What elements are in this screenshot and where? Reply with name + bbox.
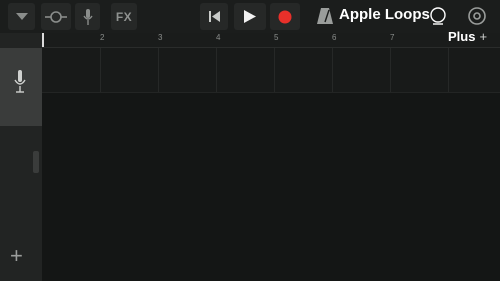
ruler-bar-number: 3 (158, 33, 163, 42)
tracks-area[interactable] (42, 48, 500, 281)
settings-icon[interactable] (467, 6, 487, 26)
bar-gridline (390, 48, 391, 92)
loop-browser-icon[interactable] (429, 7, 447, 25)
bar-gridline (100, 48, 101, 92)
bar-gridline (332, 48, 333, 92)
skip-back-icon (208, 11, 220, 22)
plus-label: Plus (448, 29, 476, 44)
play-icon (244, 10, 256, 23)
metronome-icon[interactable] (317, 7, 333, 25)
ruler-bar-number: 7 (390, 33, 395, 42)
bar-gridline (274, 48, 275, 92)
fx-button[interactable]: FX (111, 3, 137, 30)
microphone-icon (82, 8, 93, 25)
ruler-bar-number: 5 (274, 33, 279, 42)
ruler-bar-number: 6 (332, 33, 337, 42)
mixer-button[interactable] (75, 3, 100, 30)
dropdown-triangle-icon (15, 12, 28, 20)
bar-gridline (216, 48, 217, 92)
add-track-button[interactable]: + (10, 245, 23, 267)
apple-loops-label: Apple Loops (339, 6, 430, 23)
fx-label: FX (115, 9, 133, 24)
go-to-beginning-button[interactable] (200, 3, 228, 30)
record-button[interactable] (270, 3, 300, 30)
track-header[interactable] (0, 48, 42, 126)
timeline-ruler[interactable]: 2 3 4 5 6 7 (42, 33, 500, 48)
tracks-view-button[interactable] (8, 3, 35, 30)
playhead[interactable] (42, 33, 44, 47)
record-icon (278, 10, 292, 23)
ruler-bar-number: 2 (100, 33, 105, 42)
add-section-control[interactable]: Plus + (448, 29, 487, 44)
bar-gridline (158, 48, 159, 92)
plus-icon: + (479, 29, 488, 44)
microphone-track-icon (14, 70, 26, 93)
bar-gridline (448, 48, 449, 92)
track-header-resize-handle[interactable] (33, 151, 39, 173)
track-headers-column: + (0, 33, 43, 281)
play-button[interactable] (234, 3, 266, 30)
control-bar: FX Apple Loops (0, 0, 500, 33)
knob-icon (45, 10, 67, 23)
track-lane[interactable] (42, 48, 500, 93)
smart-controls-button[interactable] (41, 3, 71, 30)
ruler-bar-number: 4 (216, 33, 221, 42)
